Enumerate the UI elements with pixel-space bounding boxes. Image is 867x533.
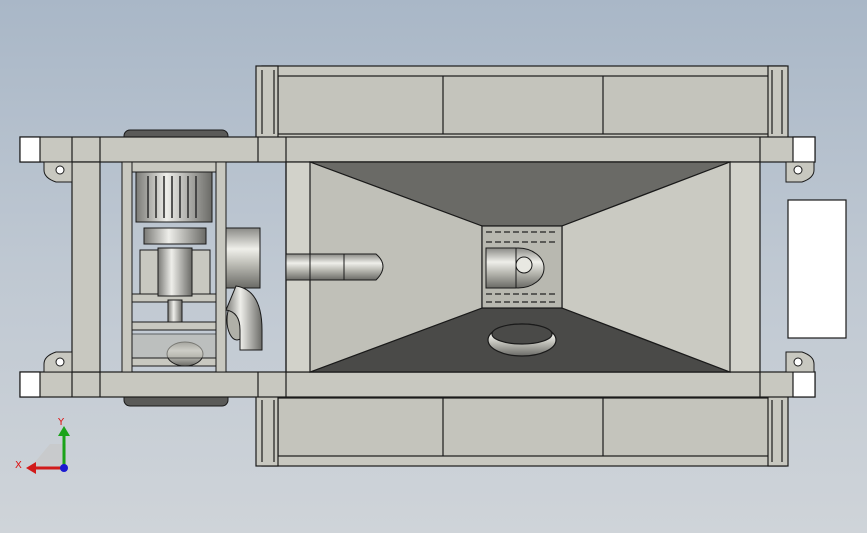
ring-collar	[487, 323, 557, 357]
top-panel-box	[255, 65, 789, 139]
axis-triad: Y X	[15, 417, 70, 474]
bottom-panel-box	[255, 395, 789, 467]
x-axis-label: X	[15, 460, 22, 471]
z-axis-dot	[60, 464, 68, 472]
outlet-box	[787, 199, 847, 339]
inlet-nozzle	[285, 253, 384, 281]
y-axis-label: Y	[57, 417, 65, 428]
x-arrowhead	[26, 462, 36, 474]
cad-viewport[interactable]: Y X	[0, 0, 867, 533]
